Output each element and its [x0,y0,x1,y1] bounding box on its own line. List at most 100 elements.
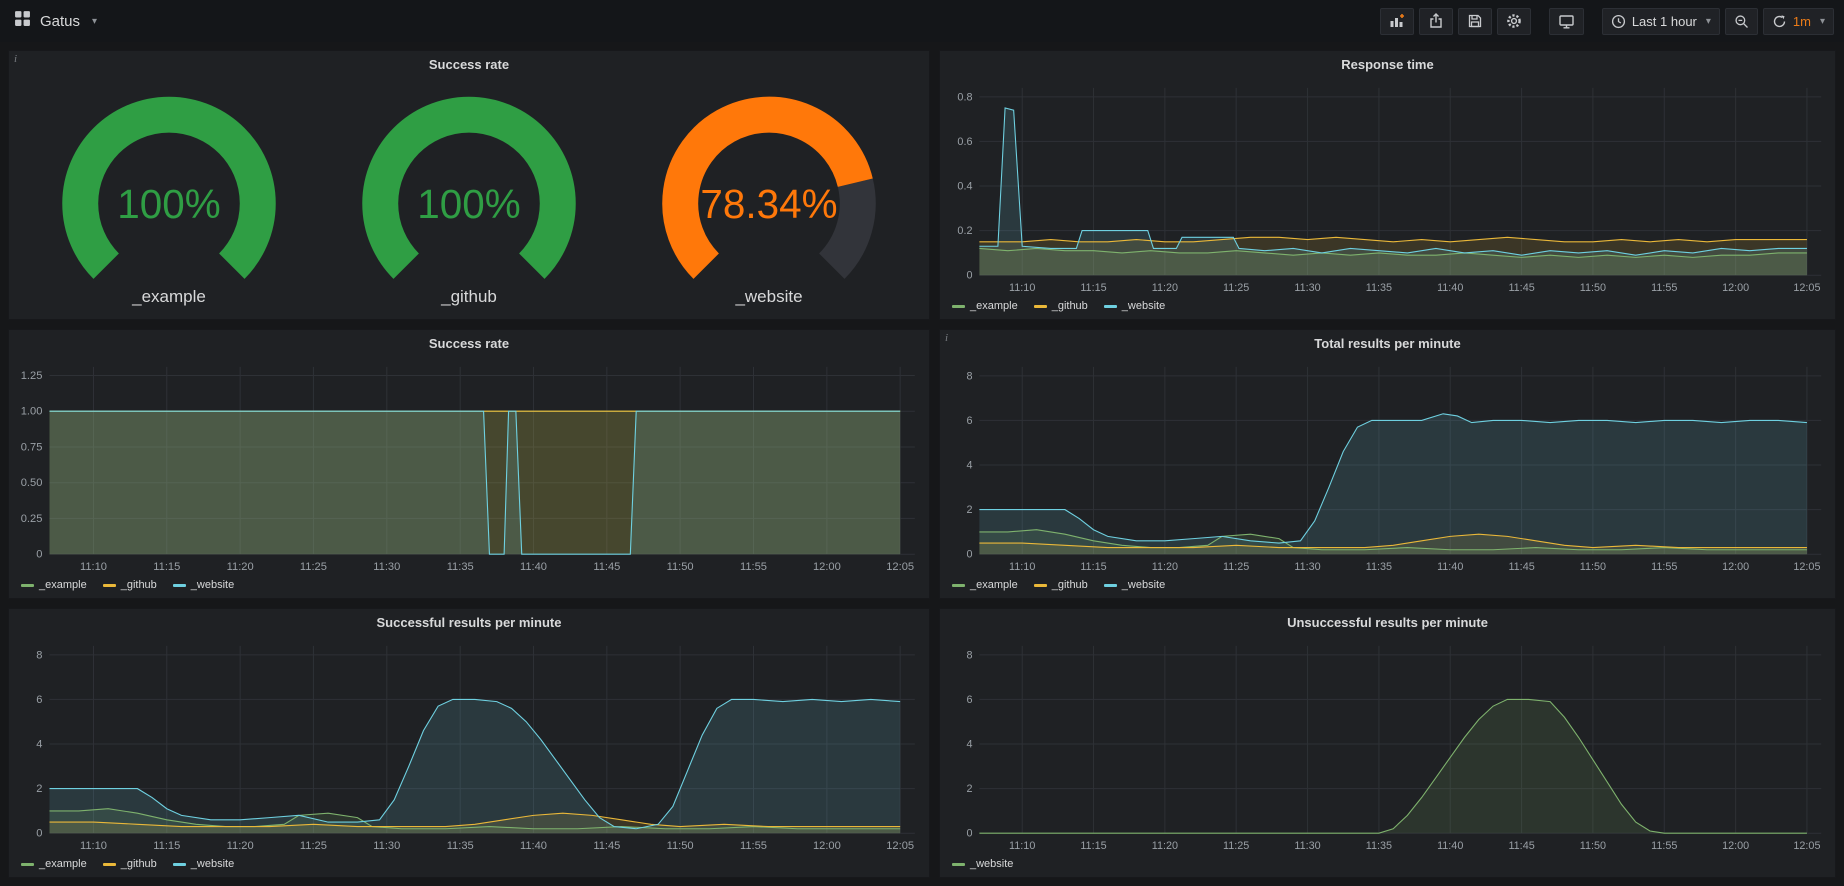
legend-label: _github [1052,300,1088,312]
dashboard-title[interactable]: Gatus [40,13,80,30]
svg-text:11:45: 11:45 [593,561,620,573]
legend-item-_github[interactable]: _github [1034,300,1088,312]
legend-item-_github[interactable]: _github [103,579,157,591]
svg-text:11:55: 11:55 [740,561,767,573]
gauge-arc: 100% [319,91,619,291]
legend-label: _example [970,300,1018,312]
panel-title[interactable]: Response time [1341,57,1433,72]
zoom-out-button[interactable] [1725,8,1758,35]
legend-swatch [21,584,34,587]
svg-text:11:35: 11:35 [1366,561,1392,573]
svg-text:11:45: 11:45 [1508,840,1534,852]
svg-text:12:05: 12:05 [886,561,914,573]
legend-swatch [103,863,116,866]
panel-header: Total results per minute [940,330,1835,357]
svg-text:11:45: 11:45 [1508,282,1534,294]
svg-text:12:05: 12:05 [1793,840,1820,852]
svg-text:0: 0 [966,828,972,840]
legend-item-_website[interactable]: _website [1104,300,1165,312]
clock-icon [1611,14,1626,29]
svg-text:12:00: 12:00 [1722,561,1749,573]
dashboard-caret-icon[interactable]: ▾ [92,16,97,27]
svg-text:0.4: 0.4 [957,180,972,192]
legend-item-_website[interactable]: _website [1104,579,1165,591]
legend-item-_website[interactable]: _website [173,579,234,591]
svg-text:11:15: 11:15 [1080,561,1106,573]
svg-text:11:20: 11:20 [1152,840,1178,852]
panel-title[interactable]: Success rate [429,336,509,351]
legend-item-_example[interactable]: _example [952,579,1018,591]
legend-item-_github[interactable]: _github [103,858,157,870]
legend-item-_example[interactable]: _example [21,579,87,591]
svg-text:12:00: 12:00 [1722,840,1749,852]
refresh-button[interactable]: 1m ▾ [1763,8,1834,35]
save-button[interactable] [1458,8,1492,35]
panel-info-icon[interactable]: i [14,53,17,65]
legend-label: _example [39,858,87,870]
svg-text:11:25: 11:25 [300,561,327,573]
chart-unsuccessful-results[interactable]: 0246811:1011:1511:2011:2511:3011:3511:40… [940,636,1835,855]
panel-header: Successful results per minute [9,609,929,636]
chart-legend: _website [940,855,1835,877]
navbar: Gatus ▾ Last 1 hour ▾ [0,0,1844,42]
legend-item-_github[interactable]: _github [1034,579,1088,591]
svg-text:0.2: 0.2 [957,225,972,237]
dashboards-grid-icon[interactable] [14,10,31,32]
legend-item-_website[interactable]: _website [173,858,234,870]
time-range-picker[interactable]: Last 1 hour ▾ [1602,8,1720,35]
panel-successful-results: Successful results per minute 0246811:10… [8,608,930,878]
svg-text:12:05: 12:05 [1793,282,1820,294]
gauge-arc: 100% [19,91,319,291]
svg-text:6: 6 [966,415,972,427]
panel-title[interactable]: Unsuccessful results per minute [1287,615,1488,630]
svg-text:0: 0 [966,549,972,561]
svg-text:4: 4 [966,459,972,471]
chart-total-results[interactable]: 0246811:1011:1511:2011:2511:3011:3511:40… [940,357,1835,576]
svg-text:11:55: 11:55 [1651,840,1677,852]
svg-text:11:10: 11:10 [80,561,107,573]
gauge-website: 78.34% _website [619,91,919,307]
add-panel-button[interactable] [1380,8,1414,35]
legend-swatch [173,584,186,587]
tv-mode-button[interactable] [1549,8,1584,35]
svg-text:8: 8 [966,370,972,382]
svg-text:11:50: 11:50 [1580,840,1606,852]
panel-info-icon[interactable]: i [945,332,948,344]
svg-text:0.25: 0.25 [21,513,43,525]
svg-text:0.75: 0.75 [21,442,43,454]
legend-swatch [952,863,965,866]
svg-text:11:40: 11:40 [1437,840,1463,852]
panel-success-rate-gauges: i Success rate 100% _example 100% _githu… [8,50,930,320]
panel-title[interactable]: Total results per minute [1314,336,1460,351]
svg-text:11:40: 11:40 [520,840,547,852]
legend-label: _github [1052,579,1088,591]
dashboard-grid: i Success rate 100% _example 100% _githu… [0,42,1844,886]
chart-legend: _example _github _website [940,297,1835,319]
chart-response-time[interactable]: 00.20.40.60.811:1011:1511:2011:2511:3011… [940,78,1835,297]
legend-item-_example[interactable]: _example [21,858,87,870]
svg-text:11:10: 11:10 [80,840,107,852]
settings-gear-button[interactable] [1497,8,1531,35]
svg-text:11:45: 11:45 [1508,561,1534,573]
svg-text:0.8: 0.8 [957,91,972,103]
panel-title[interactable]: Successful results per minute [377,615,562,630]
panel-title[interactable]: Success rate [429,57,509,72]
svg-text:11:50: 11:50 [1580,282,1606,294]
legend-label: _github [121,858,157,870]
svg-text:11:40: 11:40 [520,561,547,573]
gauge-label: _example [132,287,206,307]
legend-item-_website[interactable]: _website [952,858,1013,870]
legend-item-_example[interactable]: _example [952,300,1018,312]
share-button[interactable] [1419,8,1453,35]
chart-success-rate[interactable]: 00.250.500.751.001.2511:1011:1511:2011:2… [9,357,929,576]
svg-text:11:40: 11:40 [1437,561,1463,573]
gauge-arc: 78.34% [619,91,919,291]
chart-successful-results[interactable]: 0246811:1011:1511:2011:2511:3011:3511:40… [9,636,929,855]
svg-text:11:50: 11:50 [1580,561,1606,573]
svg-text:12:00: 12:00 [1722,282,1749,294]
refresh-interval-caret-icon: ▾ [1820,16,1825,27]
svg-text:11:55: 11:55 [1651,561,1677,573]
svg-text:4: 4 [966,738,972,750]
svg-text:100%: 100% [417,180,520,226]
legend-swatch [952,584,965,587]
